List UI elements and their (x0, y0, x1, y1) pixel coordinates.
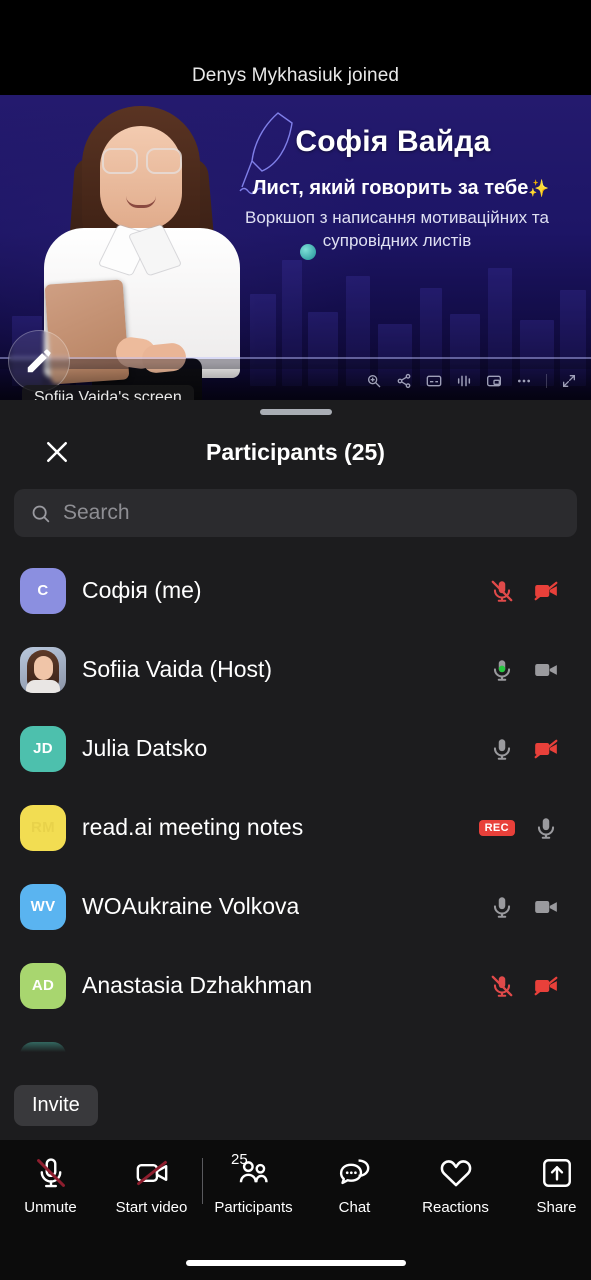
participant-row[interactable] (0, 1025, 591, 1056)
search-container (0, 489, 591, 537)
video-on-icon[interactable] (533, 894, 559, 920)
shared-screen-stage[interactable]: Софія Вайда Лист, який говорить за тебе✨… (0, 95, 591, 400)
panel-title: Participants (25) (206, 438, 385, 465)
mic-on-icon[interactable] (533, 815, 559, 841)
pencil-icon (27, 349, 51, 373)
video-on-icon[interactable] (533, 657, 559, 683)
participants-list[interactable]: C Софія (me) Sofiia Vaida (Host) JD Juli… (0, 551, 591, 1056)
participant-name: Anastasia Dzhakhman (82, 972, 313, 998)
avatar: AD (20, 962, 66, 1009)
close-panel-button[interactable] (40, 435, 74, 469)
video-off-icon[interactable] (533, 736, 559, 762)
subtitles-icon[interactable] (426, 373, 442, 389)
mic-on-icon[interactable] (489, 894, 515, 920)
panel-header: Participants (25) (0, 415, 591, 489)
fullscreen-icon[interactable] (561, 373, 577, 389)
video-off-icon (135, 1156, 169, 1190)
controls-divider (546, 374, 547, 388)
video-off-icon[interactable] (533, 578, 559, 604)
slide-subtitle: Лист, який говорить за тебе✨ (221, 177, 581, 200)
toolbar-label: Unmute (24, 1199, 77, 1216)
mic-off-icon (34, 1156, 68, 1190)
participant-name: WOAukraine Volkova (82, 893, 300, 919)
meeting-toolbar: Unmute Start video 25 Participants Chat … (0, 1140, 591, 1280)
toolbar-label: Reactions (422, 1199, 489, 1216)
avatar (20, 646, 66, 693)
participant-status (489, 578, 571, 604)
share-node-icon[interactable] (396, 373, 412, 389)
avatar: JD (20, 725, 66, 772)
avatar: C (20, 567, 66, 614)
participant-status (489, 736, 571, 762)
mic-muted-icon[interactable] (489, 973, 515, 999)
toolbar-item-chat[interactable]: Chat (304, 1156, 405, 1216)
presentation-slide: Софія Вайда Лист, який говорить за тебе✨… (0, 95, 591, 400)
participant-status: REC (478, 815, 571, 841)
join-notification: Denys Mykhasiuk joined (0, 0, 591, 95)
audio-track-icon[interactable] (456, 373, 472, 389)
more-options-icon[interactable] (516, 373, 532, 389)
toolbar-label: Start video (115, 1199, 188, 1216)
participant-name: Julia Datsko (82, 735, 208, 761)
picture-in-picture-icon[interactable] (486, 373, 502, 389)
participant-row[interactable]: AD Anastasia Dzhakhman (0, 946, 591, 1025)
participant-row[interactable]: JD Julia Datsko (0, 709, 591, 788)
participant-status (489, 894, 571, 920)
slide-subtitle-text: Лист, який говорить за тебе (252, 177, 529, 199)
toolbar-item-share[interactable]: Share (506, 1156, 591, 1216)
toolbar-item-reactions[interactable]: Reactions (405, 1156, 506, 1216)
annotate-pencil-button[interactable] (8, 330, 70, 392)
zoom-icon[interactable] (366, 373, 382, 389)
toolbar-item-start-video[interactable]: Start video (101, 1156, 202, 1216)
search-box[interactable] (14, 489, 577, 537)
slide-description: Воркшоп з написання мотиваційних та супр… (245, 208, 549, 250)
avatar-initials: RM (31, 819, 55, 836)
mic-speaking-icon[interactable] (489, 657, 515, 683)
heart-icon (439, 1156, 473, 1190)
toolbar-label: Participants (214, 1199, 293, 1216)
toolbar-label: Share (536, 1199, 577, 1216)
avatar (20, 1041, 66, 1056)
screen-share-label: Sofiia Vaida's screen (22, 385, 194, 400)
zoom-meeting-screen: Denys Mykhasiuk joined Софія Вайда Лист,… (0, 0, 591, 1280)
mic-on-icon[interactable] (489, 736, 515, 762)
participant-row[interactable]: Sofiia Vaida (Host) (0, 630, 591, 709)
participant-name: read.ai meeting notes (82, 814, 304, 840)
search-input[interactable] (63, 501, 561, 525)
avatar-initials: JD (33, 740, 53, 757)
participants-count-badge: 25 (231, 1151, 248, 1168)
participant-row[interactable]: C Софія (me) (0, 551, 591, 630)
avatar: WV (20, 883, 66, 930)
mic-muted-icon[interactable] (489, 578, 515, 604)
participant-row[interactable]: RM read.ai meeting notes REC (0, 788, 591, 867)
participant-name: Софія (me) (82, 577, 202, 603)
avatar-initials: C (37, 582, 49, 599)
search-icon (32, 505, 50, 522)
participant-row[interactable]: WV WOAukraine Volkova (0, 867, 591, 946)
slide-title: Софія Вайда (295, 125, 491, 158)
invite-container: Invite (14, 1085, 98, 1126)
accent-dot (300, 244, 316, 260)
join-notification-text: Denys Mykhasiuk joined (191, 65, 400, 86)
chat-icon (338, 1156, 372, 1190)
recording-badge: REC (478, 819, 515, 836)
avatar-initials: WV (30, 898, 56, 915)
home-indicator (185, 1260, 406, 1266)
participant-status (489, 973, 571, 999)
toolbar-label: Chat (338, 1199, 371, 1216)
toolbar-item-participants[interactable]: 25 Participants (203, 1151, 304, 1216)
toolbar-item-unmute[interactable]: Unmute (0, 1156, 101, 1216)
invite-button[interactable]: Invite (14, 1085, 98, 1126)
participant-status (489, 657, 571, 683)
sparkle-icon: ✨ (528, 179, 550, 198)
avatar-initials: AD (31, 977, 55, 994)
participant-name: Sofiia Vaida (Host) (82, 656, 273, 682)
close-icon (47, 442, 67, 462)
participants-panel: Participants (25) C Софія (me) (0, 400, 591, 1140)
avatar: RM (20, 804, 66, 851)
share-icon (540, 1156, 574, 1190)
video-off-icon[interactable] (533, 973, 559, 999)
